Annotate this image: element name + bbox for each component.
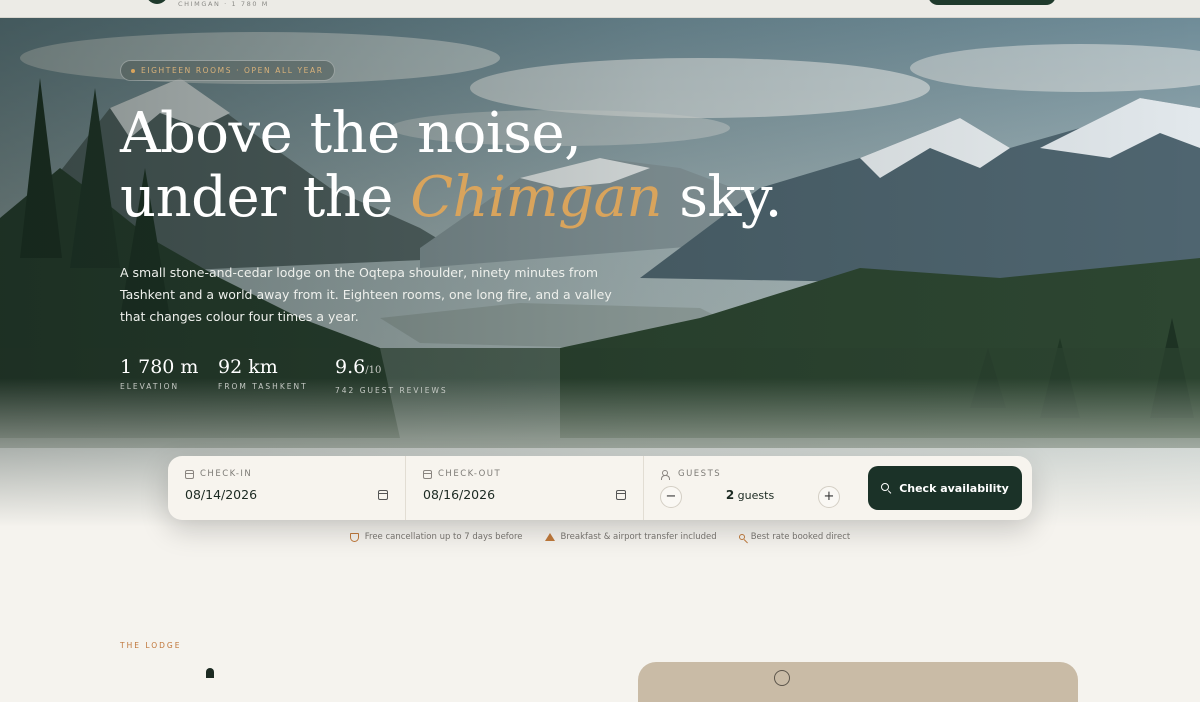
key-icon — [738, 534, 745, 540]
checkout-field[interactable]: CHECK-OUT 08/16/2026 — [406, 456, 644, 520]
date-picker-icon[interactable] — [378, 489, 388, 500]
stat-value: 9.6 — [335, 356, 366, 378]
check-availability-label: Check availability — [899, 481, 1009, 495]
stat-label: ELEVATION — [120, 382, 180, 391]
guests-label: GUESTS — [678, 469, 722, 479]
top-navigation: CHIMGAN · 1 780 M — [0, 0, 1200, 18]
guests-number: 2 — [725, 488, 735, 502]
trust-text: Best rate booked direct — [750, 532, 851, 542]
increase-guests-button[interactable]: + — [818, 486, 840, 508]
stat-elevation: 1 780 m ELEVATION — [120, 355, 198, 391]
calendar-icon — [423, 469, 432, 479]
guests-stepper: − 2 guests + — [660, 486, 844, 508]
checkout-date-input[interactable]: 08/16/2026 — [423, 487, 495, 502]
stat-value: 1 780 m — [120, 356, 199, 378]
nav-book-button[interactable] — [928, 0, 1056, 5]
trust-signals: Free cancellation up to 7 days before Br… — [0, 532, 1200, 542]
trust-text: Free cancellation up to 7 days before — [364, 532, 523, 542]
trust-item-best-rate: Best rate booked direct — [738, 532, 851, 542]
stat-label: 742 GUEST REVIEWS — [335, 386, 448, 395]
checkout-label: CHECK-OUT — [438, 469, 502, 479]
trust-item-cancellation: Free cancellation up to 7 days before — [349, 532, 523, 542]
lodge-image-card — [638, 662, 1078, 702]
search-icon — [881, 483, 891, 493]
guests-count: 2 guests — [700, 488, 800, 502]
logo-icon[interactable] — [146, 0, 168, 4]
decrease-guests-button[interactable]: − — [660, 486, 682, 508]
status-dot-icon — [131, 69, 135, 73]
check-availability-button[interactable]: Check availability — [868, 466, 1022, 510]
service-tray-icon — [544, 533, 555, 541]
guests-icon — [661, 469, 672, 480]
headline-line-2-end: sky. — [661, 165, 782, 230]
checkin-label: CHECK-IN — [200, 469, 253, 479]
headline-accent-word: Chimgan — [410, 165, 662, 230]
guests-field: GUESTS − 2 guests + — [644, 456, 864, 520]
brand-subtitle: CHIMGAN · 1 780 M — [178, 0, 269, 8]
stat-label: FROM TASHKENT — [218, 382, 308, 391]
stat-value: 92 km — [218, 356, 278, 378]
play-icon[interactable] — [774, 670, 790, 686]
checkin-field[interactable]: CHECK-IN 08/14/2026 — [168, 456, 406, 520]
eyebrow-text: EIGHTEEN ROOMS · OPEN ALL YEAR — [141, 66, 324, 75]
hero-description: A small stone-and-cedar lodge on the Oqt… — [120, 265, 612, 324]
section-heading-peek — [206, 668, 214, 678]
hero-headline: Above the noise, under the Chimgan sky. — [120, 102, 782, 230]
hero-section: EIGHTEEN ROOMS · OPEN ALL YEAR Above the… — [0, 18, 1200, 527]
eyebrow-badge: EIGHTEEN ROOMS · OPEN ALL YEAR — [120, 60, 335, 81]
headline-line-2-start: under the — [120, 165, 411, 230]
guests-unit: guests — [737, 489, 775, 502]
date-picker-icon[interactable] — [616, 489, 626, 500]
stat-distance: 92 km FROM TASHKENT — [218, 355, 308, 391]
stat-rating: 9.6/10 742 GUEST REVIEWS — [335, 355, 448, 395]
headline-line-1: Above the noise, — [120, 101, 582, 166]
stat-suffix: /10 — [365, 365, 382, 376]
trust-item-breakfast: Breakfast & airport transfer included — [544, 532, 717, 542]
calendar-icon — [185, 469, 194, 479]
lodge-section-eyebrow: THE LODGE — [120, 641, 182, 650]
checkin-date-input[interactable]: 08/14/2026 — [185, 487, 257, 502]
shield-icon — [349, 532, 359, 542]
trust-text: Breakfast & airport transfer included — [560, 532, 717, 542]
booking-bar: CHECK-IN 08/14/2026 CHECK-OUT 08/16/2026… — [168, 456, 1032, 520]
